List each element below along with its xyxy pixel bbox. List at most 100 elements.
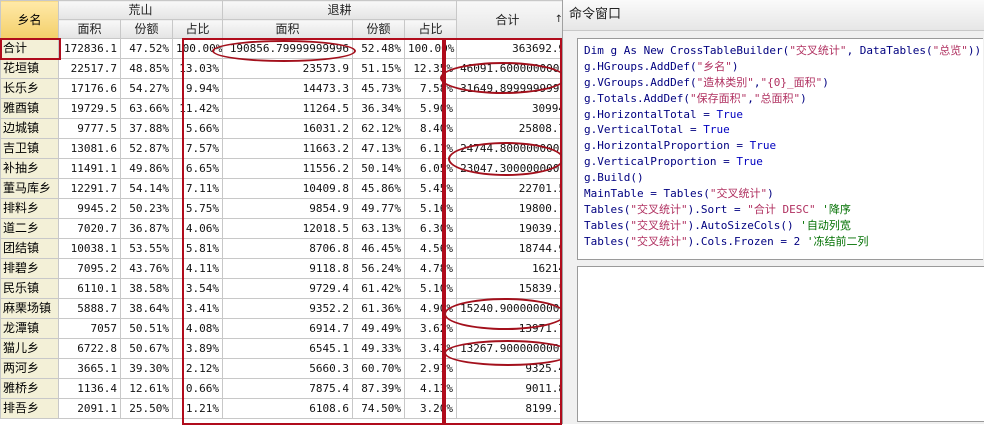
cell-farmland-proportion[interactable]: 6.30% (404, 218, 458, 239)
cell-wasteland-area[interactable]: 172836.1 (58, 38, 121, 59)
cell-total[interactable]: 46091.600000000006 (456, 58, 562, 79)
cross-table-grid[interactable]: 乡名 荒山 退耕 合计↑ 面积 份额 占比 面积 份额 占比 合计172836.… (0, 0, 562, 424)
code-line[interactable]: g.HorizontalProportion = True (584, 138, 983, 154)
cell-wasteland-share[interactable]: 12.61% (120, 378, 173, 399)
cell-wasteland-share[interactable]: 47.52% (120, 38, 173, 59)
cell-farmland-area[interactable]: 16031.2 (222, 118, 354, 139)
table-row[interactable]: 猫儿乡 6722.8 50.67% 3.89% 6545.1 49.33% 3.43% 132… (0, 338, 562, 359)
cell-total[interactable]: 31649.899999999998 (456, 78, 562, 99)
cell-farmland-share[interactable]: 61.42% (352, 278, 406, 299)
cell-farmland-proportion[interactable]: 3.20% (404, 398, 458, 419)
cell-farmland-share[interactable]: 49.49% (352, 318, 406, 339)
table-row[interactable]: 吉卫镇 13081.6 52.87% 7.57% 11663.2 47.13% 6.11% 2… (0, 138, 562, 159)
code-line[interactable]: g.HorizontalTotal = True (584, 107, 983, 123)
cell-wasteland-proportion[interactable]: 3.89% (171, 338, 224, 359)
cell-wasteland-area[interactable]: 6722.8 (58, 338, 121, 359)
table-row[interactable]: 花垣镇 22517.7 48.85% 13.03% 23573.9 51.15% 12.35… (0, 58, 562, 79)
cell-farmland-area[interactable]: 9854.9 (222, 198, 354, 219)
cell-wasteland-area[interactable]: 7095.2 (58, 258, 121, 279)
cell-farmland-share[interactable]: 36.34% (352, 98, 406, 119)
cell-wasteland-share[interactable]: 49.86% (120, 158, 173, 179)
cell-wasteland-share[interactable]: 38.58% (120, 278, 173, 299)
cell-township-name[interactable]: 排吾乡 (0, 398, 59, 419)
table-row[interactable]: 雅桥乡 1136.4 12.61% 0.66% 7875.4 87.39% 4.13% 901… (0, 378, 562, 399)
subheader-proportion[interactable]: 占比 (404, 19, 458, 39)
cell-wasteland-share[interactable]: 50.67% (120, 338, 173, 359)
cell-total[interactable]: 15240.900000000002 (456, 298, 562, 319)
cell-farmland-proportion[interactable]: 12.35% (404, 58, 458, 79)
group-header-wasteland[interactable]: 荒山 (57, 0, 224, 20)
cell-total[interactable]: 30994 (456, 98, 562, 119)
cell-wasteland-proportion[interactable]: 100.00% (171, 38, 224, 59)
cell-wasteland-proportion[interactable]: 13.03% (171, 58, 224, 79)
cell-farmland-proportion[interactable]: 6.05% (404, 158, 458, 179)
cell-farmland-proportion[interactable]: 4.13% (404, 378, 458, 399)
cell-wasteland-area[interactable]: 7020.7 (58, 218, 121, 239)
cell-wasteland-share[interactable]: 54.14% (120, 178, 173, 199)
cell-farmland-proportion[interactable]: 5.16% (404, 198, 458, 219)
code-line[interactable]: g.Totals.AddDef("保存面积","总面积") (584, 91, 983, 107)
cell-farmland-proportion[interactable]: 100.00% (404, 38, 458, 59)
cell-farmland-proportion[interactable]: 8.40% (404, 118, 458, 139)
cell-farmland-area[interactable]: 10409.8 (222, 178, 354, 199)
cell-farmland-area[interactable]: 12018.5 (222, 218, 354, 239)
cell-farmland-area[interactable]: 190856.79999999996 (222, 38, 354, 59)
cell-wasteland-area[interactable]: 3665.1 (58, 358, 121, 379)
cell-wasteland-proportion[interactable]: 7.11% (171, 178, 224, 199)
cell-wasteland-share[interactable]: 48.85% (120, 58, 173, 79)
group-header-farmland[interactable]: 退耕 (222, 0, 458, 20)
cell-farmland-share[interactable]: 74.50% (352, 398, 406, 419)
cell-total[interactable]: 23047.300000000003 (456, 158, 562, 179)
cell-farmland-share[interactable]: 45.86% (352, 178, 406, 199)
cell-farmland-proportion[interactable]: 5.90% (404, 98, 458, 119)
cell-total[interactable]: 24744.800000000003 (456, 138, 562, 159)
cell-wasteland-area[interactable]: 6110.1 (58, 278, 121, 299)
cell-farmland-proportion[interactable]: 3.62% (404, 318, 458, 339)
cell-farmland-share[interactable]: 50.14% (352, 158, 406, 179)
subheader-share[interactable]: 份额 (352, 19, 406, 39)
cell-farmland-proportion[interactable]: 6.11% (404, 138, 458, 159)
table-row[interactable]: 团结镇 10038.1 53.55% 5.81% 8706.8 46.45% 4.56% 18… (0, 238, 562, 259)
cell-farmland-share[interactable]: 87.39% (352, 378, 406, 399)
cell-wasteland-area[interactable]: 9945.2 (58, 198, 121, 219)
table-row[interactable]: 民乐镇 6110.1 38.58% 3.54% 9729.4 61.42% 5.10% 158… (0, 278, 562, 299)
cell-farmland-area[interactable]: 9729.4 (222, 278, 354, 299)
cell-wasteland-proportion[interactable]: 4.06% (171, 218, 224, 239)
table-row[interactable]: 龙潭镇 7057 50.51% 4.08% 6914.7 49.49% 3.62% 13971… (0, 318, 562, 339)
cell-farmland-area[interactable]: 6914.7 (222, 318, 354, 339)
table-row[interactable]: 边城镇 9777.5 37.88% 5.66% 16031.2 62.12% 8.40% 25… (0, 118, 562, 139)
cell-farmland-area[interactable]: 11264.5 (222, 98, 354, 119)
cell-farmland-area[interactable]: 8706.8 (222, 238, 354, 259)
cell-wasteland-proportion[interactable]: 9.94% (171, 78, 224, 99)
cell-wasteland-proportion[interactable]: 11.42% (171, 98, 224, 119)
cell-township-name[interactable]: 花垣镇 (0, 58, 59, 79)
cell-wasteland-area[interactable]: 2091.1 (58, 398, 121, 419)
cell-wasteland-area[interactable]: 9777.5 (58, 118, 121, 139)
cell-farmland-area[interactable]: 6545.1 (222, 338, 354, 359)
code-line[interactable]: g.VerticalTotal = True (584, 122, 983, 138)
cell-wasteland-share[interactable]: 37.88% (120, 118, 173, 139)
cell-wasteland-proportion[interactable]: 3.41% (171, 298, 224, 319)
cell-township-name[interactable]: 雅酉镇 (0, 98, 59, 119)
cell-wasteland-area[interactable]: 11491.1 (58, 158, 121, 179)
cell-farmland-area[interactable]: 14473.3 (222, 78, 354, 99)
code-line[interactable]: g.VGroups.AddDef("造林类别","{0}_面积") (584, 75, 983, 91)
cell-farmland-area[interactable]: 9118.8 (222, 258, 354, 279)
output-pane[interactable] (577, 266, 984, 422)
cell-township-name[interactable]: 董马库乡 (0, 178, 59, 199)
cell-farmland-area[interactable]: 9352.2 (222, 298, 354, 319)
code-line[interactable]: Tables("交叉统计").AutoSizeCols() '自动列宽 (584, 218, 983, 234)
cell-wasteland-proportion[interactable]: 1.21% (171, 398, 224, 419)
cell-farmland-proportion[interactable]: 4.78% (404, 258, 458, 279)
cell-wasteland-area[interactable]: 12291.7 (58, 178, 121, 199)
cell-farmland-share[interactable]: 47.13% (352, 138, 406, 159)
cell-wasteland-proportion[interactable]: 4.11% (171, 258, 224, 279)
cell-wasteland-proportion[interactable]: 4.08% (171, 318, 224, 339)
cell-total[interactable]: 9325.4 (456, 358, 562, 379)
cell-wasteland-share[interactable]: 36.87% (120, 218, 173, 239)
cell-farmland-area[interactable]: 11556.2 (222, 158, 354, 179)
cell-wasteland-proportion[interactable]: 6.65% (171, 158, 224, 179)
cell-wasteland-share[interactable]: 50.23% (120, 198, 173, 219)
cell-wasteland-share[interactable]: 63.66% (120, 98, 173, 119)
cell-farmland-proportion[interactable]: 5.45% (404, 178, 458, 199)
